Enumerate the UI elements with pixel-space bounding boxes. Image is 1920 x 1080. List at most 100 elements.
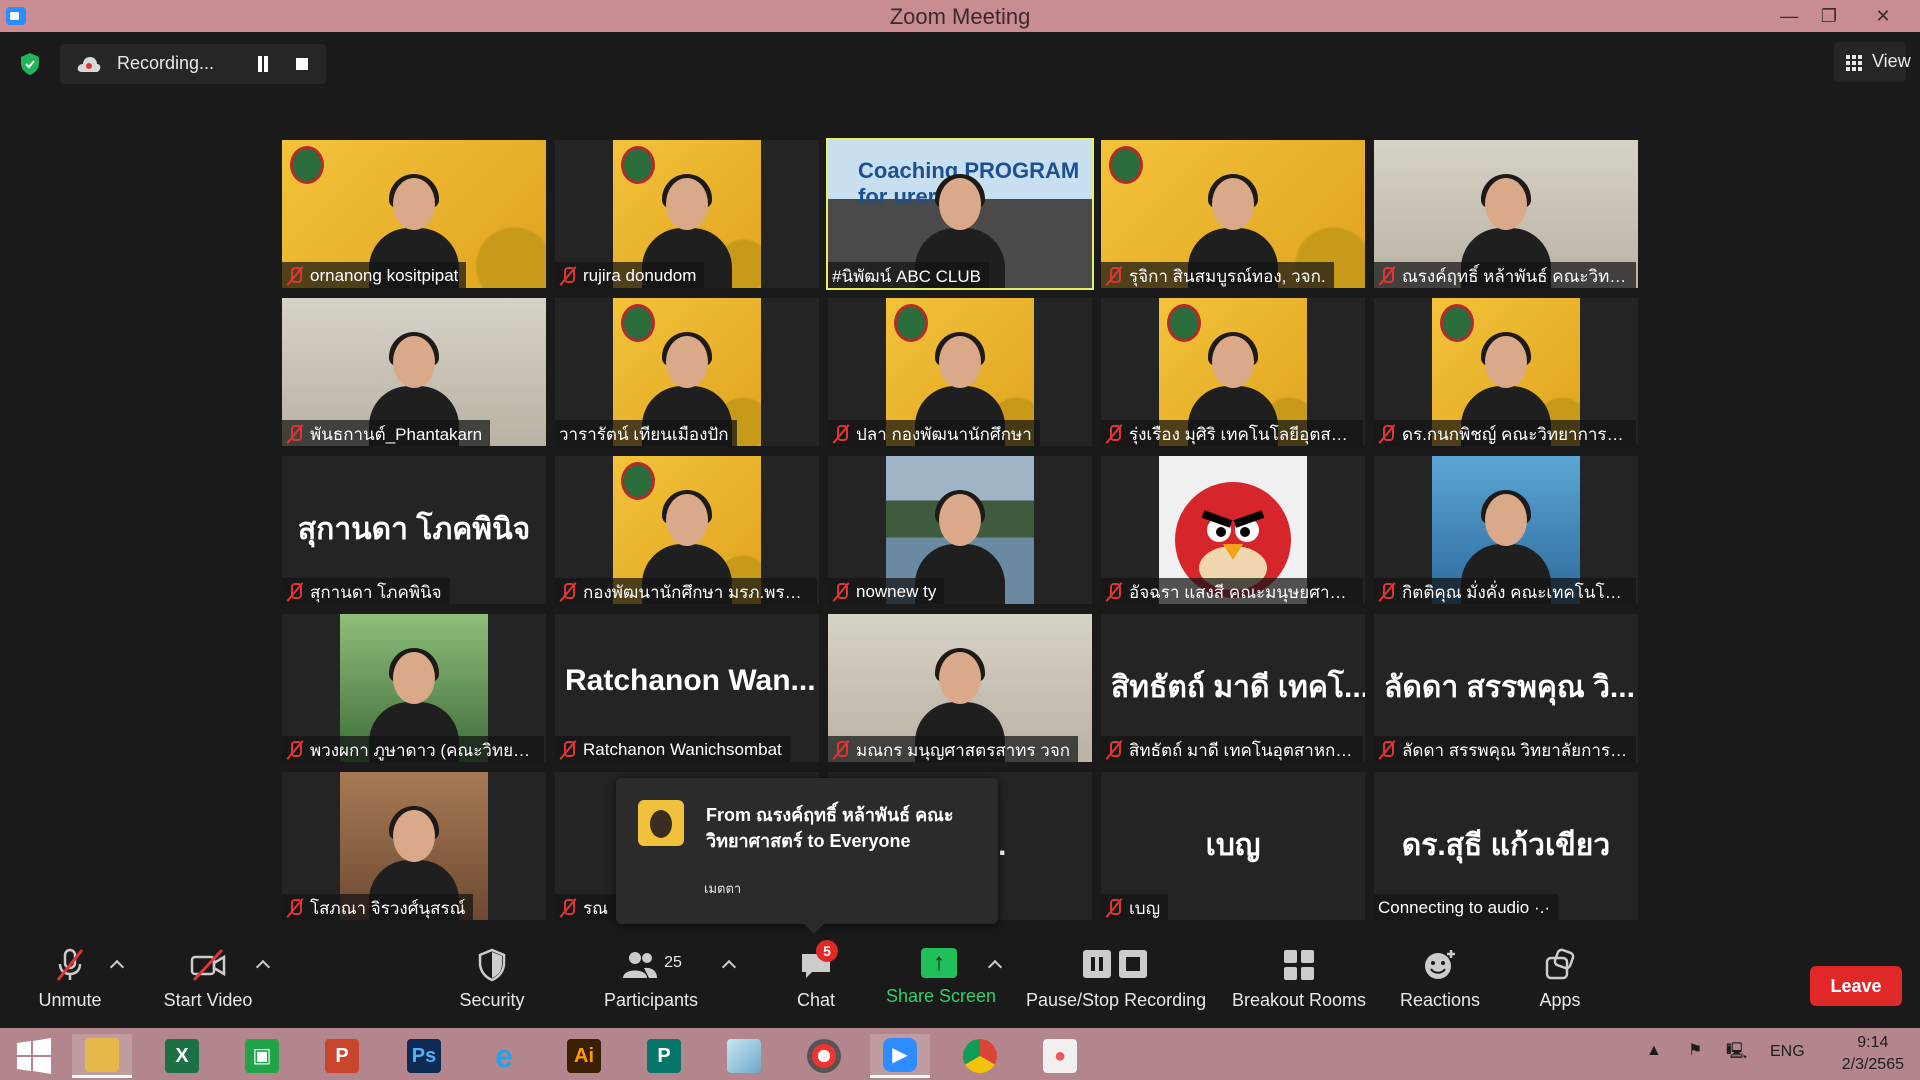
taskbar-zoom[interactable]: ▶ (870, 1034, 930, 1078)
meeting-topbar: Recording... View (0, 32, 1920, 96)
taskbar-photoscape[interactable] (794, 1034, 854, 1078)
stop-recording-button[interactable] (296, 58, 308, 70)
apps-label: Apps (1539, 990, 1581, 1010)
taskbar-file-explorer[interactable] (72, 1034, 132, 1078)
clock-time: 9:14 (1857, 1034, 1889, 1051)
taskbar-photoshop[interactable]: Ps (394, 1034, 454, 1078)
restore-button[interactable]: ❐ (1806, 0, 1852, 32)
participant-tile[interactable]: อัจฉรา แสงสี คณะมนุษยศาสตร์ฯ (1101, 456, 1365, 604)
participant-tile[interactable]: สุกานดา โภคพินิจ สุกานดา โภคพินิจ (282, 456, 546, 604)
breakout-rooms-label: Breakout Rooms (1231, 990, 1367, 1010)
photos-icon: ● (1043, 1039, 1077, 1073)
muted-mic-icon (1378, 266, 1396, 286)
title-bar: Zoom Meeting — ❐ ✕ (0, 0, 1920, 32)
publisher-icon: P (647, 1039, 681, 1073)
network-icon[interactable]: 🖳 (1726, 1040, 1747, 1067)
pause-recording-button[interactable] (256, 56, 270, 72)
participants-options-caret[interactable] (721, 959, 737, 975)
taskbar-excel[interactable]: X (152, 1034, 212, 1078)
photoscape-icon (807, 1039, 841, 1073)
grid-view-icon (1846, 55, 1862, 71)
participant-tile[interactable]: nownew ty (828, 456, 1092, 604)
view-button[interactable]: View (1834, 42, 1911, 82)
participant-tile[interactable]: Ratchanon Wan... Ratchanon Wanichsombat (555, 614, 819, 762)
apps-button[interactable]: Apps (1530, 948, 1590, 1011)
taskbar-notes[interactable] (714, 1034, 774, 1078)
system-clock[interactable]: 9:14 2/3/2565 (1842, 1032, 1904, 1076)
participant-name-tag: โสภณา จิรวงศ์นุสรณ์ (282, 894, 474, 920)
breakout-rooms-button[interactable]: Breakout Rooms (1230, 948, 1368, 1011)
pause-stop-recording-button[interactable]: Pause/Stop Recording (1026, 948, 1206, 1011)
participant-name-tag: ปลา กองพัฒนานักศึกษา (828, 420, 1040, 446)
participant-name-tag: ดร.กนกพิชญ์ คณะวิทยาการจัด... (1374, 420, 1636, 446)
participant-tile[interactable]: ลัดดา สรรพคุณ วิ... ลัดดา สรรพคุณ วิทยาลั… (1374, 614, 1638, 762)
chat-notification[interactable]: From ณรงค์ฤทธิ์ หล้าพันธ์ คณะวิทยาศาสตร์… (616, 778, 998, 934)
audio-options-caret[interactable] (109, 959, 125, 975)
participant-tile[interactable]: สิทธัตถ์ มาดี เทคโ... สิทธัตถ์ มาดี เทคโน… (1101, 614, 1365, 762)
taskbar-internet-explorer[interactable]: e (474, 1034, 534, 1078)
close-button[interactable]: ✕ (1860, 0, 1906, 32)
participant-tile[interactable]: พันธกานต์_Phantakarn (282, 298, 546, 446)
share-screen-button[interactable]: Share Screen (886, 948, 996, 1007)
participant-tile[interactable]: ปลา กองพัฒนานักศึกษา (828, 298, 1092, 446)
chat-sender: From ณรงค์ฤทธิ์ หล้าพันธ์ คณะวิทยาศาสตร์… (706, 805, 954, 851)
participant-tile[interactable]: รุ่งเรือง มุศิริ เทคโนโลยีอุตสาหกร... (1101, 298, 1365, 446)
participants-count: 25 (664, 954, 682, 971)
encryption-shield-icon[interactable] (20, 52, 40, 76)
participants-button[interactable]: 25 Participants (596, 948, 706, 1011)
participant-name-tag: อัจฉรา แสงสี คณะมนุษยศาสตร์ฯ (1101, 578, 1363, 604)
muted-mic-icon (286, 266, 304, 286)
participant-tile[interactable]: กองพัฒนานักศึกษา มรภ.พระนคร (555, 456, 819, 604)
participant-tile[interactable]: rujira donudom (555, 140, 819, 288)
taskbar-illustrator[interactable]: Ai (554, 1034, 614, 1078)
participant-tile[interactable]: ornanong kositpipat (282, 140, 546, 288)
unmute-button[interactable]: Unmute (30, 948, 110, 1011)
muted-mic-icon (559, 898, 577, 918)
participant-tile[interactable]: เบญ เบญ (1101, 772, 1365, 920)
participant-display-name: ลัดดา สรรพคุณ วิ... (1384, 671, 1635, 704)
taskbar-store[interactable]: ▣ (232, 1034, 292, 1078)
participant-name: nownew ty (856, 582, 937, 601)
participant-tile[interactable]: ดร.สุธี แก้วเขียว Connecting to audio ·.· (1374, 772, 1638, 920)
participant-tile[interactable]: รุจิกา สินสมบูรณ์ทอง, วจก. (1101, 140, 1365, 288)
participant-display-name: เบญ (1205, 829, 1261, 862)
reactions-button[interactable]: Reactions (1392, 948, 1488, 1011)
show-hidden-icons-caret[interactable]: ▲ (1646, 1042, 1662, 1060)
taskbar-publisher[interactable]: P (634, 1034, 694, 1078)
chat-button[interactable]: 5 Chat (786, 940, 846, 1011)
language-indicator[interactable]: ENG (1770, 1043, 1805, 1061)
store-icon: ▣ (245, 1039, 279, 1073)
recording-label: Recording... (117, 53, 215, 73)
participant-name-tag: Connecting to audio ·.· (1374, 894, 1558, 920)
participant-name-tag: สิทธัตถ์ มาดี เทคโนอุตสาหกรรม (1101, 736, 1363, 762)
taskbar-photos[interactable]: ● (1030, 1034, 1090, 1078)
participant-name-tag: เบญ (1101, 894, 1169, 920)
security-button[interactable]: Security (452, 948, 532, 1011)
pause-stop-label: Pause/Stop Recording (1026, 990, 1207, 1010)
muted-mic-icon (832, 424, 850, 444)
participant-tile[interactable]: Coaching PROGRAM for urer #นิพัฒน์ ABC CL… (826, 138, 1094, 290)
pause-stop-icon (1083, 950, 1147, 978)
participant-tile[interactable]: พวงผกา ภูษาดาว (คณะวิทยาศา... (282, 614, 546, 762)
participant-tile[interactable]: ณรงค์ฤทธิ์ หล้าพันธ์ คณะวิทยา... (1374, 140, 1638, 288)
participants-icon (623, 952, 658, 978)
start-video-button[interactable]: Start Video (156, 948, 260, 1011)
muted-mic-icon (1105, 424, 1123, 444)
participant-name: ปลา กองพัฒนานักศึกษา (856, 424, 1032, 444)
chrome-icon (963, 1039, 997, 1073)
muted-mic-icon (1105, 898, 1123, 918)
muted-mic-icon (1105, 266, 1123, 286)
participant-name: มณกร มนุญศาสตรสาทร วจก (856, 740, 1071, 760)
participant-tile[interactable]: ดร.กนกพิชญ์ คณะวิทยาการจัด... (1374, 298, 1638, 446)
action-center-flag-icon[interactable]: ⚑ (1688, 1040, 1702, 1060)
taskbar-powerpoint[interactable]: P (312, 1034, 372, 1078)
participant-tile[interactable]: โสภณา จิรวงศ์นุสรณ์ (282, 772, 546, 920)
start-button[interactable] (4, 1034, 64, 1078)
participant-tile[interactable]: มณกร มนุญศาสตรสาทร วจก (828, 614, 1092, 762)
participant-tile[interactable]: วารารัตน์ เทียนเมืองปัก (555, 298, 819, 446)
participant-tile[interactable]: กิตติคุณ มั่งคั่ง คณะเทคโนโลยีอุ... (1374, 456, 1638, 604)
muted-mic-icon (1378, 740, 1396, 760)
taskbar-chrome[interactable] (950, 1034, 1010, 1078)
leave-button[interactable]: Leave (1810, 966, 1902, 1006)
muted-mic-icon (286, 582, 304, 602)
